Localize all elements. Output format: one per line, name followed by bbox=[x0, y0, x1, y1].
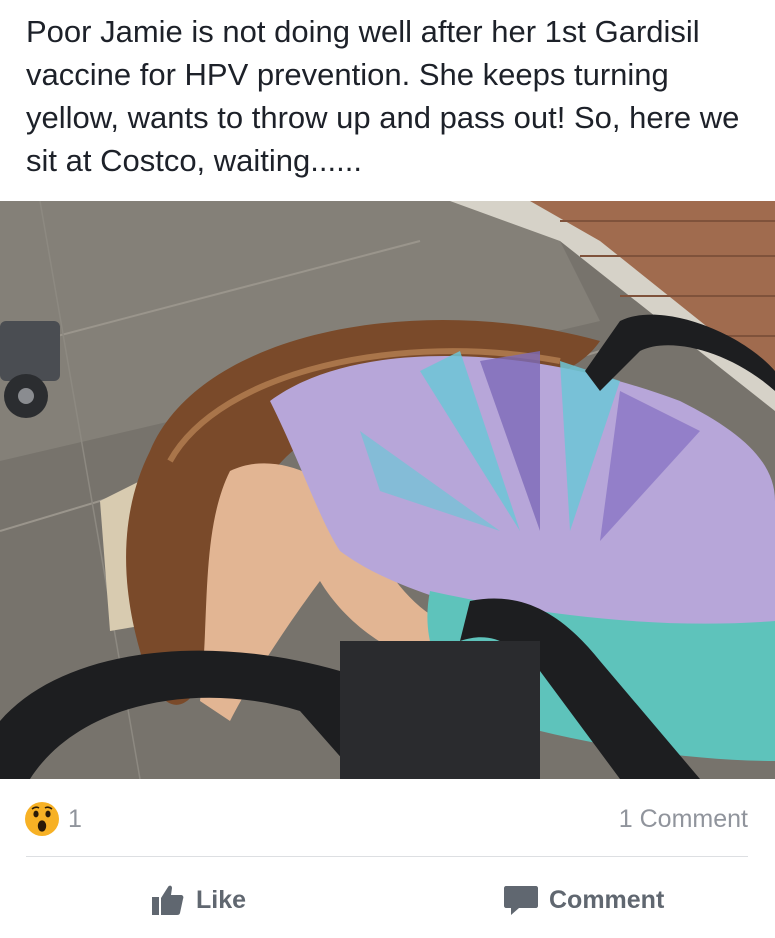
facebook-post: Poor Jamie is not doing well after her 1… bbox=[0, 0, 775, 938]
comment-count-link[interactable]: 1 Comment bbox=[619, 805, 748, 834]
like-button[interactable]: Like bbox=[150, 870, 246, 930]
action-divider bbox=[26, 856, 748, 857]
like-label: Like bbox=[196, 885, 247, 914]
thumbs-up-icon bbox=[152, 885, 184, 915]
reaction-count[interactable]: 1 bbox=[68, 805, 82, 834]
wow-emoji-icon[interactable] bbox=[24, 801, 60, 837]
post-text: Poor Jamie is not doing well after her 1… bbox=[26, 14, 749, 178]
reactions-row: 1 1 Comment bbox=[0, 779, 775, 857]
comment-button[interactable]: Comment bbox=[503, 870, 664, 930]
speech-bubble-icon bbox=[504, 886, 538, 915]
comment-label: Comment bbox=[549, 885, 665, 914]
post-photo[interactable] bbox=[0, 201, 775, 779]
photo-illustration bbox=[0, 201, 775, 779]
